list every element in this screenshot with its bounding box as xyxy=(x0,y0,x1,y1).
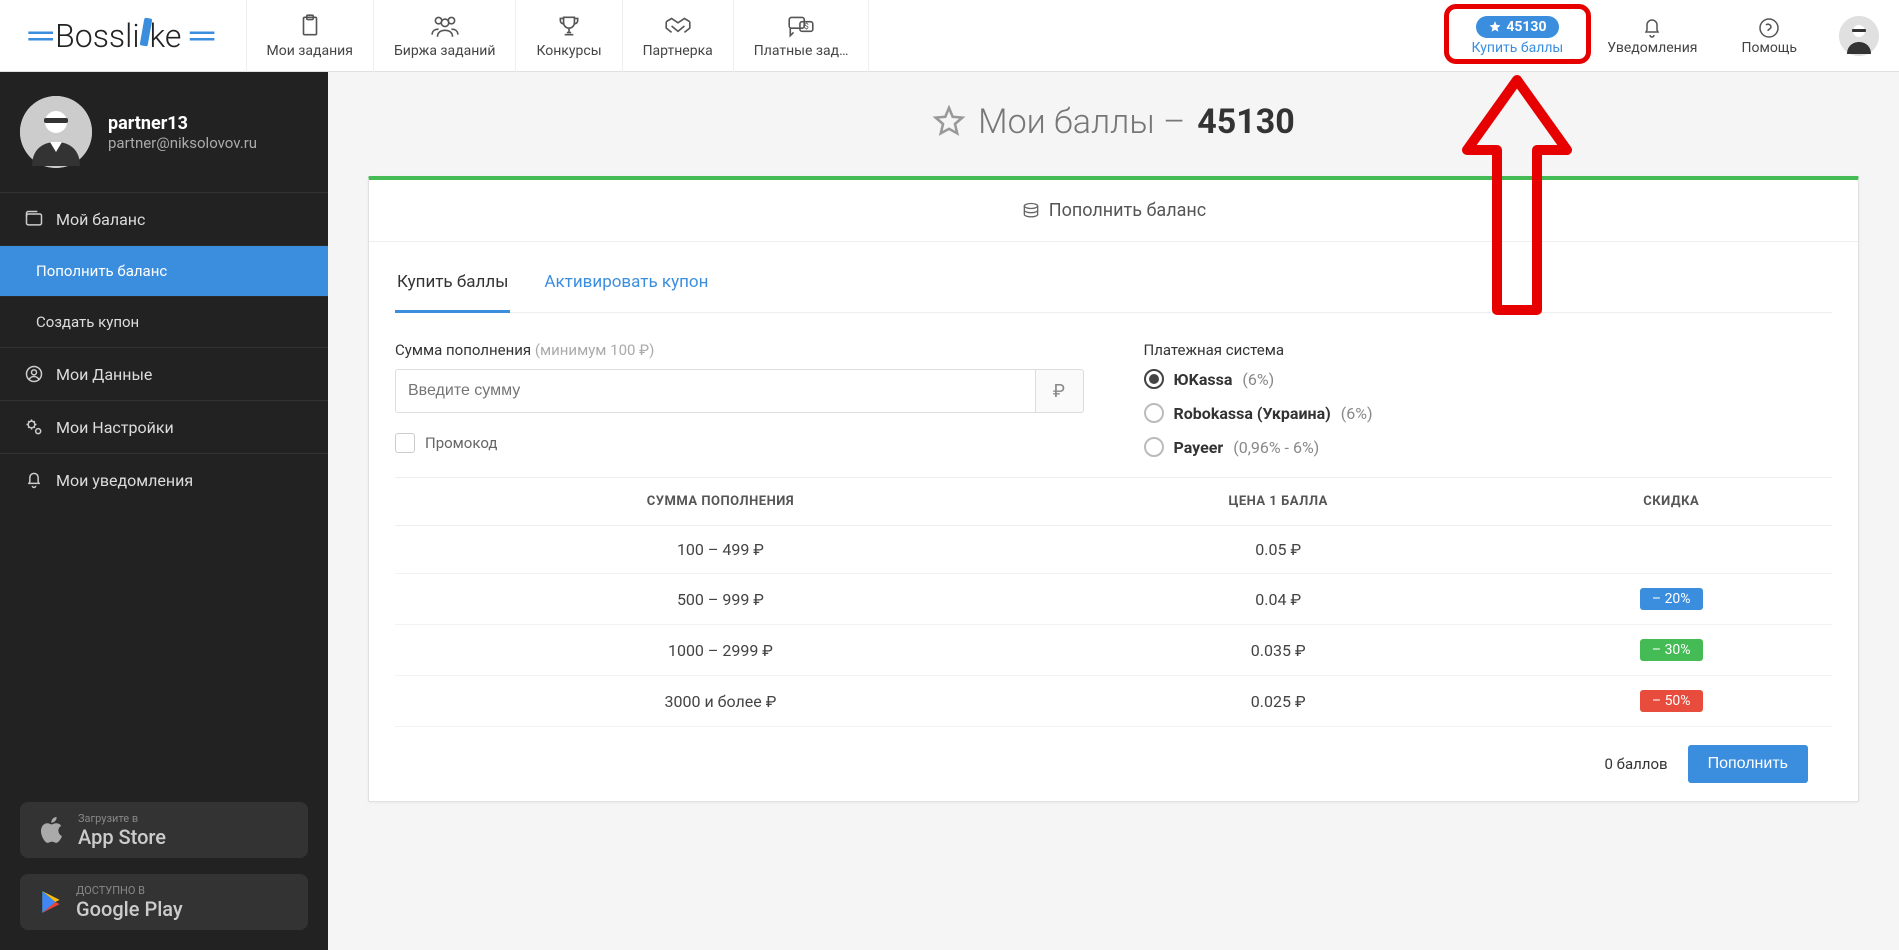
user-circle-icon xyxy=(24,364,44,384)
table-row: 100 – 499 ₽0.05 ₽ xyxy=(395,526,1832,574)
currency-addon: ₽ xyxy=(1036,369,1084,413)
user-avatar-menu[interactable] xyxy=(1839,16,1879,56)
th-discount: СКИДКА xyxy=(1510,478,1832,526)
sidebar-item-create-coupon[interactable]: Создать купон xyxy=(0,296,328,347)
tab-activate-coupon[interactable]: Активировать купон xyxy=(542,262,710,312)
discount-badge: – 20% xyxy=(1640,588,1703,610)
nav-contests[interactable]: Конкурсы xyxy=(515,0,622,72)
sidebar-item-balance[interactable]: Мой баланс xyxy=(0,192,328,245)
clipboard-icon xyxy=(297,13,323,39)
radio-icon xyxy=(1144,437,1164,457)
nav-task-market[interactable]: Биржа заданий xyxy=(373,0,517,72)
user-name: partner13 xyxy=(108,113,257,134)
sidebar-item-notifications[interactable]: Мои уведомления xyxy=(0,453,328,506)
th-amount: СУММА ПОПОЛНЕНИЯ xyxy=(395,478,1046,526)
main-content: Мои баллы – 45130 Пополнить баланс Купит… xyxy=(328,72,1899,950)
handshake-icon xyxy=(663,13,693,39)
radio-icon xyxy=(1144,403,1164,423)
tab-buy-points[interactable]: Купить баллы xyxy=(395,262,510,313)
googleplay-button[interactable]: ДОСТУПНО В Google Play xyxy=(20,874,308,930)
nav-paid-tasks[interactable]: $ Платные зад… xyxy=(733,0,870,72)
logo[interactable]: == Bosslike == xyxy=(20,17,217,55)
star-outline-icon xyxy=(932,105,966,139)
nav: Мои задания Биржа заданий Конкурсы Партн… xyxy=(247,0,1450,72)
sidebar: partner13 partner@niksolovov.ru Мой бала… xyxy=(0,72,328,950)
points-badge: 45130 xyxy=(1476,16,1558,38)
logo-deco-right: == xyxy=(187,17,210,55)
table-row: 1000 – 2999 ₽0.035 ₽– 30% xyxy=(395,625,1832,676)
header-right: 45130 Купить баллы Уведомления Помощь xyxy=(1450,0,1879,72)
sidebar-item-settings[interactable]: Мои Настройки xyxy=(0,400,328,453)
nav-my-tasks[interactable]: Мои задания xyxy=(246,0,374,72)
result-points: 0 баллов xyxy=(1605,755,1668,773)
wallet-icon xyxy=(24,209,44,229)
amount-label: Сумма пополнения (минимум 100 ₽) xyxy=(395,341,1084,359)
pay-option-payeer[interactable]: Payeer (0,96% - 6%) xyxy=(1144,437,1833,457)
pay-option-yukassa[interactable]: ЮKassa (6%) xyxy=(1144,369,1833,389)
svg-text:$: $ xyxy=(804,21,809,32)
help-button[interactable]: Помощь xyxy=(1719,0,1819,72)
sidebar-item-topup[interactable]: Пополнить баланс xyxy=(0,245,328,296)
discount-badge: – 50% xyxy=(1640,690,1703,712)
apple-icon xyxy=(38,816,66,844)
people-icon xyxy=(430,13,460,39)
nav-partner[interactable]: Партнерка xyxy=(622,0,734,72)
user-info: partner13 partner@niksolovov.ru xyxy=(0,72,328,192)
discount-badge: – 30% xyxy=(1640,639,1703,661)
buy-points-button[interactable]: 45130 Купить баллы xyxy=(1450,0,1586,72)
submit-button[interactable]: Пополнить xyxy=(1688,745,1808,783)
notifications-button[interactable]: Уведомления xyxy=(1585,0,1719,72)
trophy-icon xyxy=(556,13,582,39)
logo-deco-left: == xyxy=(26,17,49,55)
top-header: == Bosslike == Мои задания Биржа заданий… xyxy=(0,0,1899,72)
chat-money-icon: $ xyxy=(786,13,816,39)
gear-icon xyxy=(24,417,44,437)
promo-toggle[interactable]: Промокод xyxy=(395,433,1084,453)
tabs: Купить баллы Активировать купон xyxy=(395,262,1832,313)
table-row: 500 – 999 ₽0.04 ₽– 20% xyxy=(395,574,1832,625)
checkbox-icon xyxy=(395,433,415,453)
page-title: Мои баллы – 45130 xyxy=(368,102,1859,142)
appstore-button[interactable]: Загрузите в App Store xyxy=(20,802,308,858)
user-email: partner@niksolovov.ru xyxy=(108,134,257,152)
store-buttons: Загрузите в App Store ДОСТУПНО В Google … xyxy=(0,782,328,950)
google-play-icon xyxy=(38,889,64,915)
th-price: ЦЕНА 1 БАЛЛА xyxy=(1046,478,1511,526)
avatar-icon xyxy=(20,96,92,168)
pricing-table: СУММА ПОПОЛНЕНИЯ ЦЕНА 1 БАЛЛА СКИДКА 100… xyxy=(395,477,1832,727)
table-row: 3000 и более ₽0.025 ₽– 50% xyxy=(395,676,1832,727)
help-icon xyxy=(1757,16,1781,40)
pay-option-robokassa[interactable]: Robokassa (Украина) (6%) xyxy=(1144,403,1833,423)
amount-input[interactable] xyxy=(395,369,1036,413)
star-icon xyxy=(1488,20,1502,34)
sidebar-item-mydata[interactable]: Мои Данные xyxy=(0,347,328,400)
bell-icon xyxy=(1640,16,1664,40)
avatar-icon xyxy=(1839,16,1879,56)
coins-icon xyxy=(1021,201,1041,221)
card-footer: 0 баллов Пополнить xyxy=(395,727,1832,801)
paysystem-label: Платежная система xyxy=(1144,341,1833,359)
radio-icon xyxy=(1144,369,1164,389)
bell-icon xyxy=(24,470,44,490)
user-avatar-large xyxy=(20,96,92,168)
topup-card: Пополнить баланс Купить баллы Активирова… xyxy=(368,176,1859,802)
card-header: Пополнить баланс xyxy=(369,180,1858,242)
